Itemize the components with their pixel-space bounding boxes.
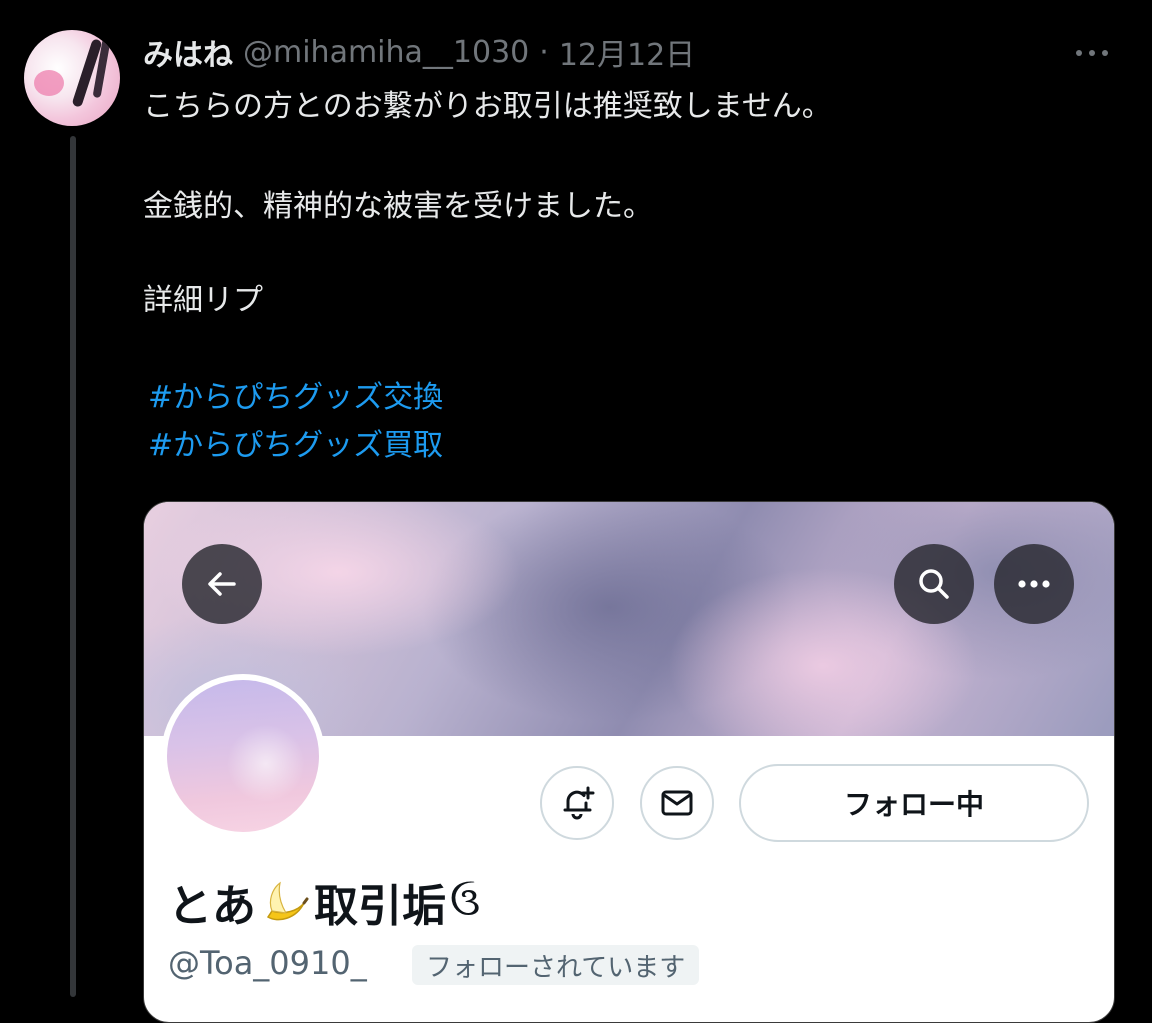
hashtag-link[interactable]: #からぴちグッズ買取 xyxy=(148,426,443,466)
tweet-header: みはね @mihamiha__1030 · 12月12日 xyxy=(143,30,695,74)
search-icon[interactable] xyxy=(894,544,974,624)
profile-display-name: とあ 取引垢 ઉ xyxy=(168,870,480,934)
profile-name-suffix: 取引垢 xyxy=(314,881,446,932)
tweet-text-line: こちらの方とのお繋がりお取引は推奨致しません。 xyxy=(143,89,832,124)
follows-you-badge: フォローされています xyxy=(412,945,700,985)
mail-icon[interactable] xyxy=(640,766,714,840)
tweet[interactable]: みはね @mihamiha__1030 · 12月12日 こちらの方とのお繋がり… xyxy=(0,0,1152,1023)
more-horizontal-icon[interactable] xyxy=(994,544,1074,624)
profile-handle: @Toa_0910_ xyxy=(168,944,367,982)
profile-name-glyph: ઉ xyxy=(450,879,481,925)
author-avatar[interactable] xyxy=(24,30,120,126)
author-display-name[interactable]: みはね xyxy=(143,30,233,74)
thread-line xyxy=(70,136,76,997)
attached-screenshot[interactable]: フォロー中 とあ 取引垢 ઉ @Toa_0910_ フォローされています xyxy=(143,501,1115,1023)
tweet-text-line: 詳細リプ xyxy=(143,283,263,318)
separator-dot: · xyxy=(539,34,549,70)
bell-plus-icon[interactable] xyxy=(540,766,614,840)
following-button[interactable]: フォロー中 xyxy=(739,764,1089,842)
avatar-art xyxy=(34,70,64,96)
arrow-left-icon[interactable] xyxy=(182,544,262,624)
profile-avatar[interactable] xyxy=(161,674,325,838)
hashtag-link[interactable]: #からぴちグッズ交換 xyxy=(148,378,443,418)
banana-icon xyxy=(266,881,309,921)
profile-name-prefix: とあ xyxy=(168,881,256,932)
tweet-text-line: 金銭的、精神的な被害を受けました。 xyxy=(143,189,653,224)
tweet-timestamp[interactable]: 12月12日 xyxy=(559,30,695,74)
author-handle[interactable]: @mihamiha__1030 xyxy=(243,35,529,70)
more-horizontal-icon[interactable] xyxy=(1070,38,1114,68)
